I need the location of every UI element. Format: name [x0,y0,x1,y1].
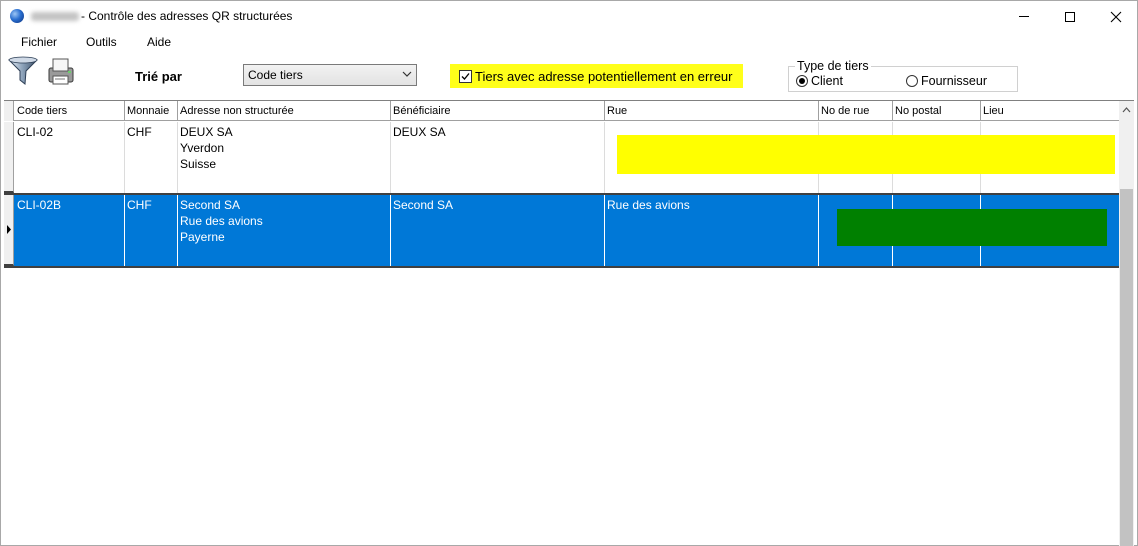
close-icon [1110,11,1122,22]
print-button[interactable] [44,54,78,88]
error-highlight-yellow [617,135,1115,174]
col-header-beneficiaire[interactable]: Bénéficiaire [391,101,605,121]
col-header-monnaie[interactable]: Monnaie [125,101,178,121]
cell-beneficiary: Second SA [391,195,605,266]
toolbar: Trié par Code tiers Tiers avec adresse p… [1,52,1137,100]
row-selector[interactable] [4,122,14,193]
sort-dropdown-value: Code tiers [248,68,303,82]
address-grid: Code tiers Monnaie Adresse non structuré… [4,100,1134,546]
cell-address: Second SA Rue des avions Payerne [178,195,391,266]
app-name-redacted [31,12,79,21]
status-highlight-green [837,209,1107,246]
address-line: Rue des avions [180,214,263,228]
address-line: Suisse [180,157,217,171]
error-filter-label: Tiers avec adresse potentiellement en er… [475,68,733,84]
address-line: Payerne [180,230,225,244]
cell-code: CLI-02 [15,122,125,193]
col-header-lieu[interactable]: Lieu [981,101,1119,121]
menu-outils[interactable]: Outils [86,35,117,49]
radio-fournisseur-label: Fournisseur [921,74,987,88]
scroll-up-button[interactable] [1119,101,1134,118]
checkmark-icon [461,72,470,80]
printer-icon [48,58,74,85]
address-line: DEUX SA [180,125,233,139]
menu-aide[interactable]: Aide [147,35,171,49]
minimize-button[interactable] [1001,1,1047,32]
minimize-icon [1019,16,1029,17]
maximize-icon [1065,11,1075,22]
radio-fournisseur[interactable]: Fournisseur [906,74,987,88]
radio-client-label: Client [811,74,843,88]
sort-dropdown[interactable]: Code tiers [243,64,417,86]
grid-header: Code tiers Monnaie Adresse non structuré… [4,101,1119,121]
radio-client[interactable]: Client [796,74,843,88]
row-selector-header [4,101,14,121]
scrollbar-thumb[interactable] [1120,189,1133,546]
chevron-down-icon [402,71,412,77]
vertical-scrollbar[interactable] [1119,101,1134,546]
col-header-no-postal[interactable]: No postal [893,101,981,121]
row-selector[interactable] [4,195,14,266]
col-header-code-tiers[interactable]: Code tiers [15,101,125,121]
filter-funnel-button[interactable] [6,54,40,88]
cell-street: Rue des avions [605,195,819,266]
cell-code: CLI-02B [15,195,125,266]
tiers-type-legend: Type de tiers [795,59,871,73]
cell-address: DEUX SA Yverdon Suisse [178,122,391,193]
address-line: Second SA [180,198,241,212]
sort-label: Trié par [135,69,182,84]
current-row-arrow-icon [7,225,11,234]
col-header-no-rue[interactable]: No de rue [819,101,893,121]
col-header-rue[interactable]: Rue [605,101,819,121]
table-row[interactable]: CLI-02 CHF DEUX SA Yverdon Suisse DEUX S… [4,122,1119,193]
cell-currency: CHF [125,122,178,193]
error-filter-checkbox[interactable]: Tiers avec adresse potentiellement en er… [450,64,743,88]
cell-currency: CHF [125,195,178,266]
funnel-icon [8,56,38,85]
maximize-button[interactable] [1047,1,1093,32]
window-title: - Contrôle des adresses QR structurées [81,9,293,23]
table-row-selected[interactable]: CLI-02B CHF Second SA Rue des avions Pay… [4,195,1119,266]
row-divider [4,266,1119,268]
tiers-type-group: Type de tiers Client Fournisseur [788,59,1018,92]
app-logo-icon [10,9,24,23]
chevron-up-icon [1122,106,1131,112]
cell-beneficiary: DEUX SA [391,122,605,193]
menu-bar: Fichier Outils Aide [1,32,1137,52]
checkbox-box[interactable] [459,69,472,83]
radio-fournisseur-dot[interactable] [906,75,918,87]
col-header-adresse[interactable]: Adresse non structurée [178,101,391,121]
menu-fichier[interactable]: Fichier [21,35,57,49]
address-line: Yverdon [180,141,225,155]
title-bar: - Contrôle des adresses QR structurées [1,1,1137,32]
radio-client-dot[interactable] [796,75,808,87]
close-button[interactable] [1093,1,1138,32]
app-window: - Contrôle des adresses QR structurées F… [0,0,1138,546]
